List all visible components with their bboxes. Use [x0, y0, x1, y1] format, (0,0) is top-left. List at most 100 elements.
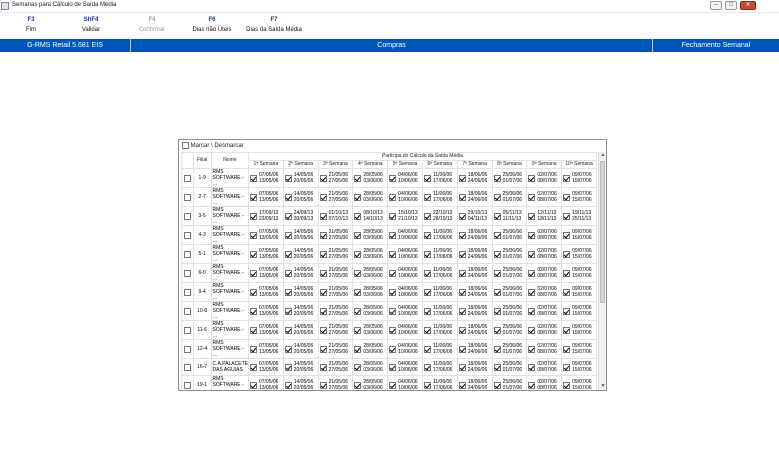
week-cell[interactable]: 02/07/06 08/07/06 [526, 375, 563, 390]
week-checkbox[interactable] [423, 364, 431, 371]
week-checkbox[interactable] [319, 327, 327, 334]
week-checkbox[interactable] [423, 194, 431, 201]
week-cell[interactable]: 09/07/06 15/07/06 [561, 282, 597, 302]
week-checkbox[interactable] [389, 308, 397, 315]
week-cell[interactable]: 18/06/06 24/06/06 [456, 244, 493, 264]
week-cell[interactable]: 11/06/06 17/06/06 [421, 263, 458, 283]
week-cell[interactable]: 28/05/06 03/06/06 [352, 244, 389, 264]
week-cell[interactable]: 21/05/06 27/05/06 [317, 358, 354, 376]
week-cell[interactable]: 18/06/06 24/06/06 [456, 168, 493, 188]
week-checkbox[interactable] [493, 175, 501, 182]
week-checkbox[interactable] [423, 327, 431, 334]
week-cell[interactable]: 28/05/06 03/06/06 [352, 339, 389, 359]
week-checkbox[interactable] [458, 270, 466, 277]
week-checkbox[interactable] [389, 213, 397, 220]
week-checkbox[interactable] [528, 382, 536, 389]
week-checkbox[interactable] [528, 364, 536, 371]
week-cell[interactable]: 09/07/06 15/07/06 [561, 187, 597, 207]
week-cell[interactable]: 14/05/06 20/05/06 [282, 339, 319, 359]
week-cell[interactable]: 17/09/13 23/09/13 [247, 206, 284, 226]
week-checkbox[interactable] [528, 346, 536, 353]
week-checkbox[interactable] [458, 232, 466, 239]
week-cell[interactable]: 19/11/13 25/11/13 [561, 206, 597, 226]
week-cell[interactable]: 05/11/13 11/11/13 [491, 206, 528, 226]
week-cell[interactable]: 07/05/06 13/05/06 [247, 225, 284, 245]
week-cell[interactable]: 09/07/06 15/07/06 [561, 375, 597, 390]
week-cell[interactable]: 07/05/06 13/05/06 [247, 168, 284, 188]
week-cell[interactable]: 07/05/06 13/05/06 [247, 301, 284, 321]
week-cell[interactable]: 02/07/06 08/07/06 [526, 339, 563, 359]
table-row[interactable]: 12-4 RMS SOFTWARE -… 07/05/06 13/05/06 14/05/… [181, 339, 597, 359]
week-checkbox[interactable] [423, 308, 431, 315]
week-checkbox[interactable] [423, 270, 431, 277]
week-checkbox[interactable] [249, 213, 257, 220]
week-cell[interactable]: 11/06/06 17/06/06 [421, 225, 458, 245]
week-checkbox[interactable] [528, 175, 536, 182]
week-checkbox[interactable] [528, 308, 536, 315]
week-checkbox[interactable] [563, 364, 571, 371]
week-cell[interactable]: 21/05/06 27/05/06 [317, 301, 354, 321]
vertical-scrollbar[interactable]: ▲ ▼ [598, 152, 606, 390]
week-cell[interactable]: 04/06/06 10/06/06 [387, 339, 423, 359]
week-checkbox[interactable] [458, 175, 466, 182]
week-checkbox[interactable] [354, 270, 362, 277]
week-checkbox[interactable] [319, 289, 327, 296]
week-checkbox[interactable] [563, 213, 571, 220]
week-checkbox[interactable] [528, 327, 536, 334]
week-cell[interactable]: 14/05/06 20/05/06 [282, 358, 319, 376]
week-cell[interactable]: 09/07/06 15/07/06 [561, 339, 597, 359]
week-cell[interactable]: 28/05/06 03/06/06 [352, 282, 389, 302]
week-checkbox[interactable] [493, 346, 501, 353]
week-checkbox[interactable] [563, 175, 571, 182]
row-select-cell[interactable] [181, 168, 194, 188]
week-cell[interactable]: 25/06/06 01/07/06 [491, 187, 528, 207]
week-cell[interactable]: 07/05/06 13/05/06 [247, 375, 284, 390]
week-cell[interactable]: 25/06/06 01/07/06 [491, 320, 528, 340]
week-checkbox[interactable] [354, 327, 362, 334]
week-checkbox[interactable] [493, 194, 501, 201]
dias-saida-media-button[interactable]: F7 Dias da Saída Média [244, 17, 304, 33]
week-cell[interactable]: 04/06/06 10/06/06 [387, 187, 423, 207]
table-row[interactable]: 4-3 RMS SOFTWARE -… 07/05/06 13/05/06 14/05/0… [181, 225, 597, 245]
row-select-checkbox[interactable] [183, 250, 191, 258]
week-checkbox[interactable] [563, 194, 571, 201]
week-checkbox[interactable] [493, 213, 501, 220]
week-cell[interactable]: 11/06/06 17/06/06 [421, 244, 458, 264]
row-select-cell[interactable] [181, 244, 194, 264]
week-checkbox[interactable] [354, 346, 362, 353]
dias-nao-uteis-button[interactable]: F6 Dias não Úteis [187, 17, 237, 33]
row-select-checkbox[interactable] [183, 231, 191, 239]
week-checkbox[interactable] [319, 213, 327, 220]
week-checkbox[interactable] [249, 270, 257, 277]
week-cell[interactable]: 09/07/06 15/07/06 [561, 168, 597, 188]
week-cell[interactable]: 02/07/06 08/07/06 [526, 225, 563, 245]
week-checkbox[interactable] [249, 364, 257, 371]
week-checkbox[interactable] [458, 289, 466, 296]
week-checkbox[interactable] [528, 251, 536, 258]
row-select-cell[interactable] [181, 206, 194, 226]
week-checkbox[interactable] [319, 232, 327, 239]
week-cell[interactable]: 09/07/06 15/07/06 [561, 263, 597, 283]
week-checkbox[interactable] [458, 364, 466, 371]
week-checkbox[interactable] [249, 346, 257, 353]
row-select-cell[interactable] [181, 187, 194, 207]
week-checkbox[interactable] [319, 364, 327, 371]
week-checkbox[interactable] [319, 308, 327, 315]
table-row[interactable]: 5-1 RMS SOFTWARE -… 07/05/06 13/05/06 14/05/0… [181, 244, 597, 264]
marcar-desmarcar-checkbox[interactable] [182, 142, 189, 149]
week-cell[interactable]: 21/05/06 27/05/06 [317, 187, 354, 207]
week-cell[interactable]: 14/05/06 20/05/06 [282, 263, 319, 283]
week-cell[interactable]: 14/05/06 20/05/06 [282, 301, 319, 321]
week-checkbox[interactable] [493, 308, 501, 315]
week-checkbox[interactable] [493, 270, 501, 277]
week-checkbox[interactable] [458, 346, 466, 353]
week-checkbox[interactable] [354, 289, 362, 296]
week-checkbox[interactable] [249, 232, 257, 239]
week-checkbox[interactable] [563, 270, 571, 277]
scroll-thumb[interactable] [600, 161, 605, 303]
week-cell[interactable]: 21/05/06 27/05/06 [317, 225, 354, 245]
row-select-checkbox[interactable] [183, 307, 191, 315]
week-checkbox[interactable] [458, 308, 466, 315]
week-cell[interactable]: 21/05/06 27/05/06 [317, 282, 354, 302]
week-checkbox[interactable] [284, 364, 292, 371]
